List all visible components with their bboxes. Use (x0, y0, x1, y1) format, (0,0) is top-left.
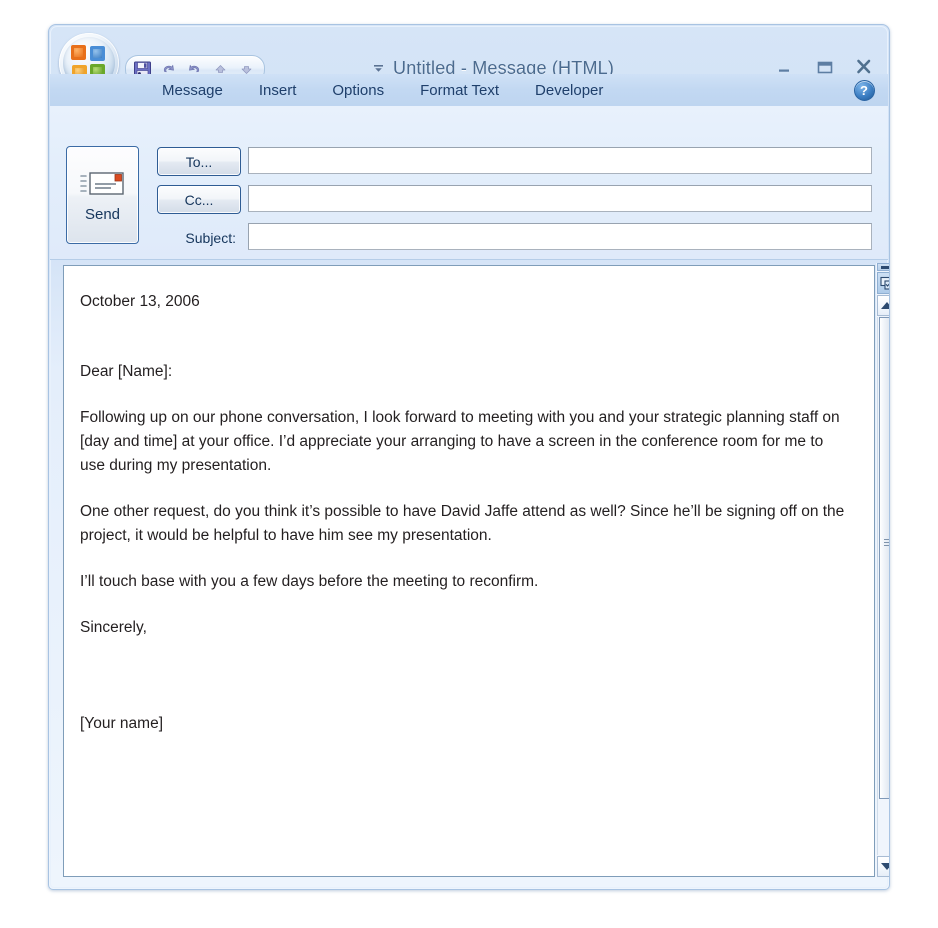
body-paragraph-3: I’ll touch base with you a few days befo… (80, 573, 539, 591)
outlook-compose-window: Untitled - Message (HTML) Message Insert… (48, 24, 890, 890)
split-bar-handle[interactable] (877, 263, 889, 271)
scroll-down-button[interactable] (877, 856, 889, 877)
body-paragraph-2: One other request, do you think it’s pos… (80, 503, 845, 545)
cc-button[interactable]: Cc... (157, 185, 241, 214)
vertical-scrollbar[interactable] (876, 263, 889, 877)
help-icon: ? (853, 79, 875, 101)
send-envelope-icon (79, 168, 126, 202)
scroll-track[interactable] (877, 317, 889, 855)
send-button-label: Send (84, 205, 121, 223)
office-logo-square-orange (71, 45, 86, 60)
scroll-down-arrow-icon (881, 863, 889, 870)
send-button[interactable]: Send (66, 146, 139, 244)
tab-options[interactable]: Options (314, 79, 402, 102)
scroll-up-button[interactable] (877, 295, 889, 316)
tab-developer[interactable]: Developer (517, 79, 621, 102)
body-signature: [Your name] (80, 715, 164, 733)
chevron-down-icon (373, 64, 383, 72)
select-browse-object-icon (879, 276, 889, 290)
scroll-thumb-grip (884, 538, 889, 548)
tab-format-text[interactable]: Format Text (402, 79, 517, 102)
subject-input[interactable] (248, 223, 872, 250)
tab-insert[interactable]: Insert (241, 79, 315, 102)
body-date: October 13, 2006 (80, 293, 200, 310)
body-paragraph-1: Following up on our phone conversation, … (80, 409, 840, 475)
scroll-up-arrow-icon (881, 302, 889, 309)
body-salutation: Dear [Name]: (80, 363, 173, 381)
to-button[interactable]: To... (157, 147, 241, 176)
body-closing: Sincerely, (80, 619, 147, 637)
ribbon-tab-strip: Message Insert Options Format Text Devel… (50, 74, 888, 106)
to-input[interactable] (248, 147, 872, 174)
split-bar-grip (881, 265, 889, 269)
title-bar: Untitled - Message (HTML) (49, 25, 889, 93)
message-body-text: October 13, 2006 Dear [Name]: Following … (80, 290, 852, 736)
office-logo-square-blue (90, 46, 105, 61)
select-browse-object-button[interactable] (877, 272, 889, 294)
screenshot-root: Untitled - Message (HTML) Message Insert… (0, 0, 938, 928)
compose-header: Send To... Cc... Subject: (50, 106, 888, 260)
scroll-thumb[interactable] (879, 317, 889, 799)
cc-input[interactable] (248, 185, 872, 212)
tab-message[interactable]: Message (144, 79, 241, 102)
subject-label: Subject: (185, 230, 236, 246)
message-body-editor[interactable]: October 13, 2006 Dear [Name]: Following … (63, 265, 875, 877)
help-button[interactable]: ? (852, 78, 876, 102)
